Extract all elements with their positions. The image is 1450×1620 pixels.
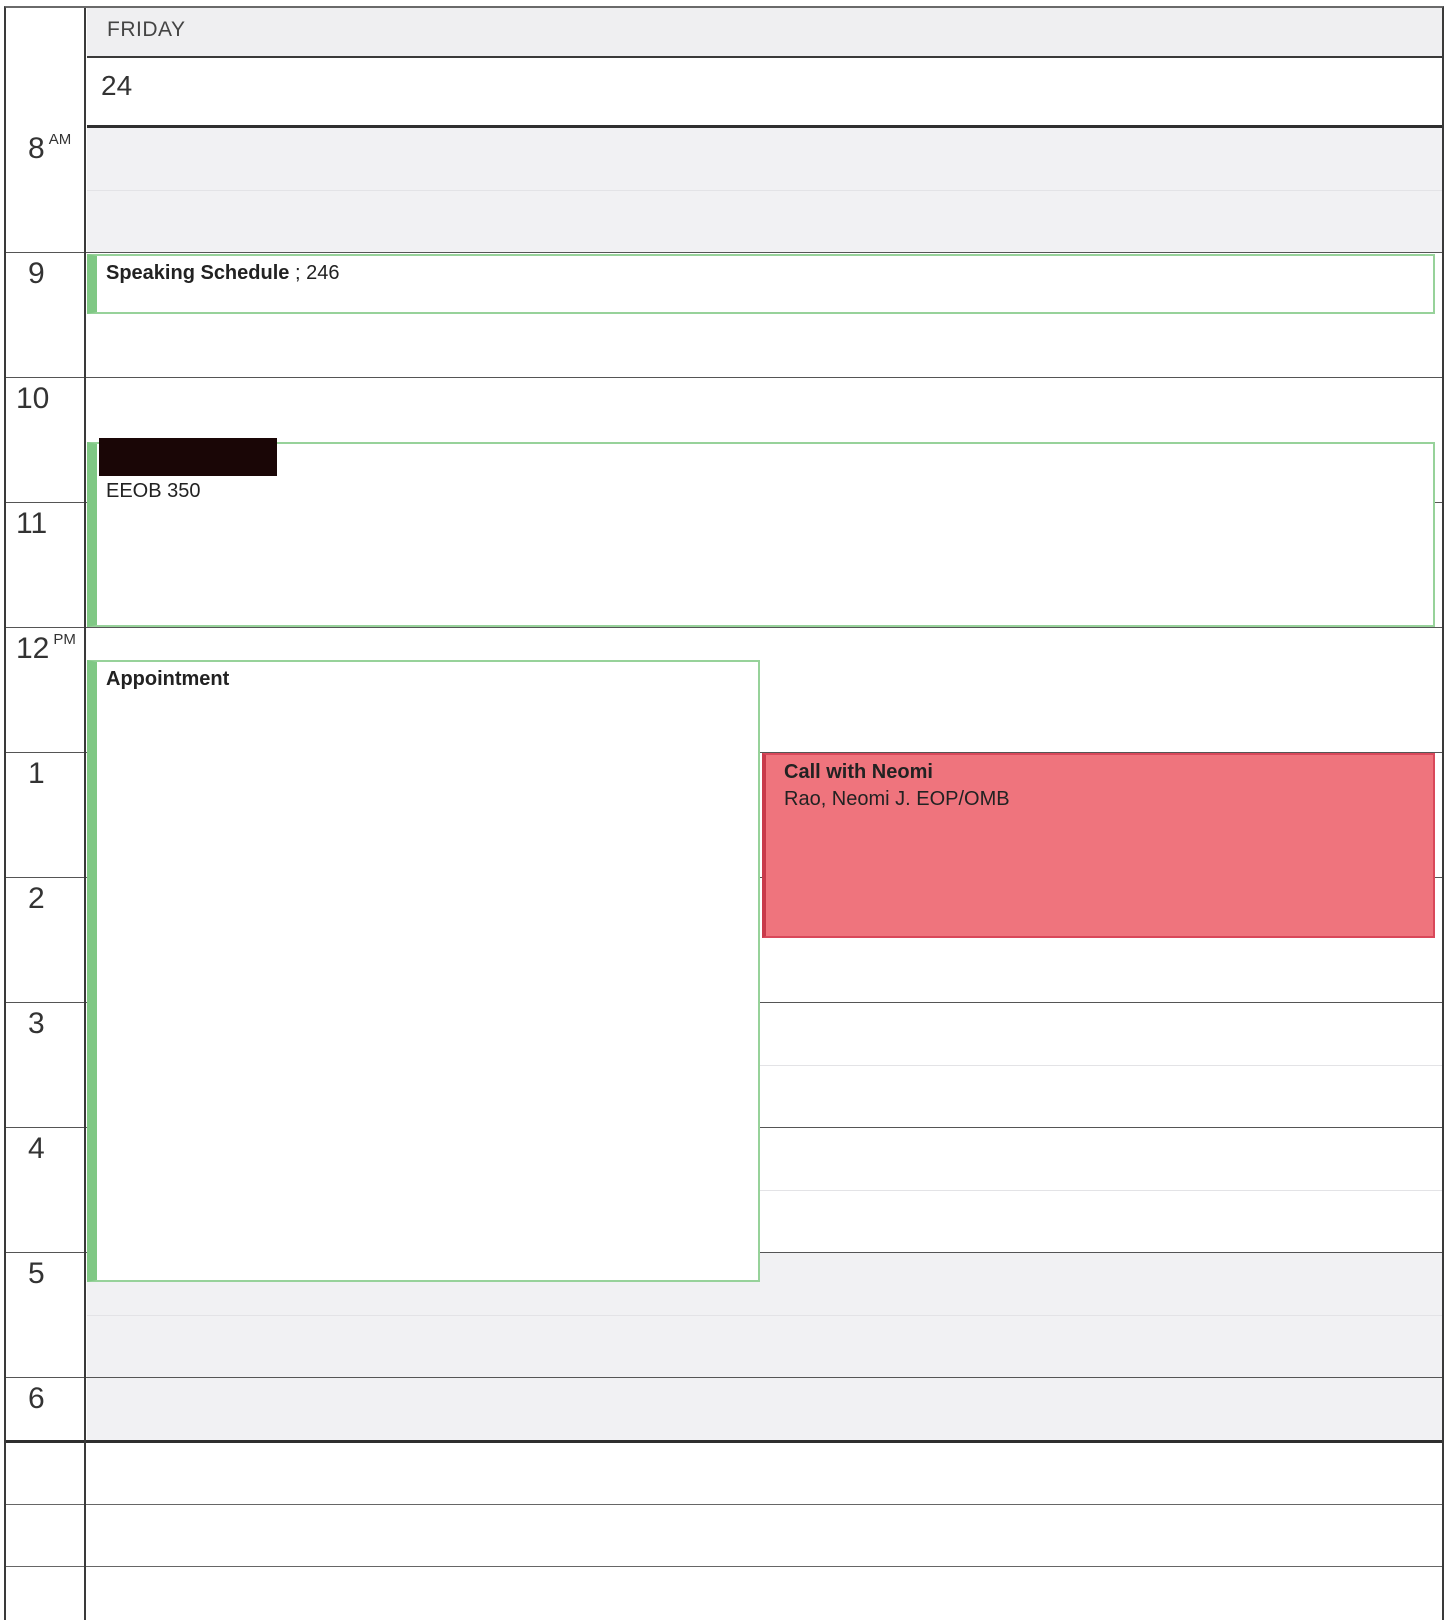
event-attendee: Rao, Neomi J. EOP/OMB <box>784 788 1010 810</box>
time-slot[interactable] <box>87 1378 1442 1440</box>
day-date-row[interactable]: 24 <box>87 58 1442 128</box>
hour-row-8[interactable]: 8 AM <box>6 128 1442 253</box>
event-speaking-schedule[interactable]: Speaking Schedule ; 246 <box>87 254 1435 314</box>
event-title: Speaking Schedule <box>106 262 290 284</box>
event-title: Appointment <box>106 668 230 690</box>
day-date: 24 <box>101 70 133 101</box>
event-call-with-neomi[interactable]: Call with Neomi Rao, Neomi J. EOP/OMB <box>762 753 1435 938</box>
event-location: EEOB 350 <box>106 480 201 502</box>
event-location: ; 246 <box>294 262 340 284</box>
empty-row[interactable] <box>6 1505 1442 1567</box>
time-gutter <box>6 8 86 1620</box>
event-title: Call with Neomi <box>784 761 933 783</box>
event-appointment[interactable]: Appointment <box>87 660 760 1282</box>
day-header: FRIDAY <box>87 8 1442 58</box>
empty-row[interactable] <box>6 1567 1442 1620</box>
hour-row-6[interactable]: 6 <box>6 1378 1442 1440</box>
event-redacted[interactable]: EEOB 350 <box>87 438 1435 627</box>
empty-row[interactable] <box>6 1443 1442 1505</box>
redaction-block <box>99 438 277 476</box>
day-name: FRIDAY <box>107 18 186 41</box>
